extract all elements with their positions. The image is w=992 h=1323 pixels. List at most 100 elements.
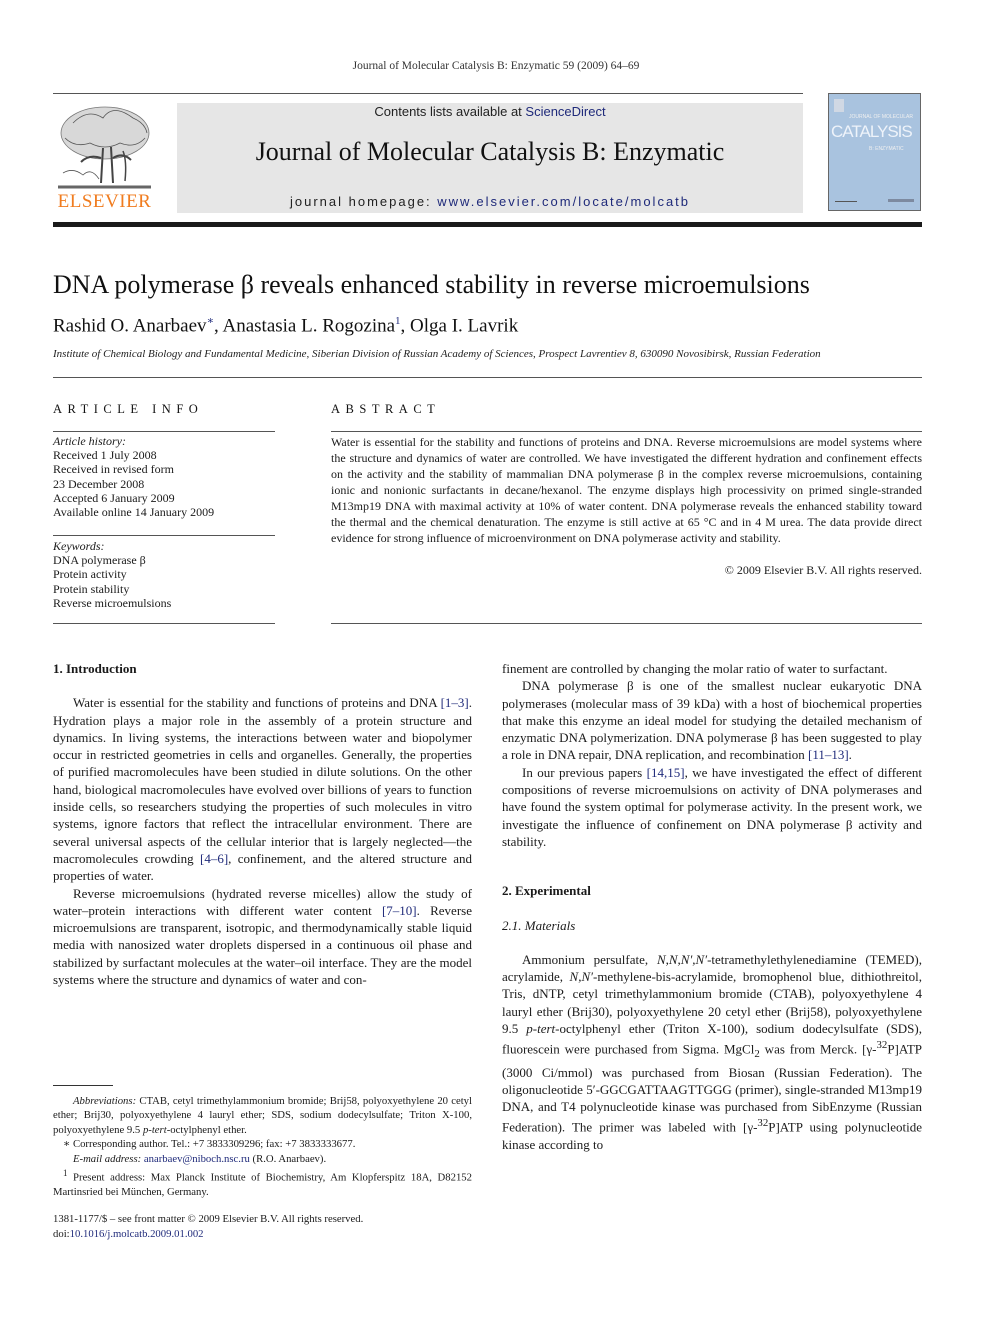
history-item: Available online 14 January 2009 <box>53 505 215 520</box>
paragraph: DNA polymerase β is one of the smallest … <box>502 677 922 763</box>
keyword-item: Reverse microemulsions <box>53 595 172 610</box>
keyword-item: Protein activity <box>53 567 127 582</box>
affiliation: Institute of Chemical Biology and Fundam… <box>53 348 821 360</box>
email-footnote: E-mail address: anarbaev@niboch.nsc.ru (… <box>53 1152 472 1166</box>
history-item: Received 1 July 2008 <box>53 448 157 463</box>
cover-small-title: JOURNAL OF MOLECULAR <box>849 114 913 120</box>
text-run: Present address: Max Planck Institute of… <box>53 1171 472 1198</box>
doi-prefix: doi: <box>53 1228 70 1240</box>
footnote-rule <box>53 1085 113 1086</box>
right-column: finement are controlled by changing the … <box>502 660 922 1153</box>
section-heading: 1. Introduction <box>53 661 137 676</box>
history-item: Received in revised form <box>53 462 174 477</box>
citation-link[interactable]: [1–3] <box>441 695 469 710</box>
paragraph: In our previous papers [14,15], we have … <box>502 764 922 850</box>
article-title: DNA polymerase β reveals enhanced stabil… <box>53 270 810 299</box>
keywords-rule <box>53 535 275 536</box>
keyword-item: DNA polymerase β <box>53 553 146 568</box>
email-link[interactable]: anarbaev@niboch.nsc.ru <box>144 1153 250 1165</box>
keywords-label: Keywords: <box>53 539 105 553</box>
text-run: p-tert <box>142 1123 167 1136</box>
footnotes: Abbreviations: CTAB, cetyl trimethylammo… <box>53 1094 472 1199</box>
citation-link[interactable]: [4–6] <box>200 851 228 866</box>
abstract-rule <box>331 431 922 432</box>
citation-link[interactable]: [7–10] <box>382 903 417 918</box>
abbreviations-label: Abbreviations: <box>73 1095 137 1107</box>
elsevier-logo[interactable]: ELSEVIER <box>53 103 156 213</box>
text-run: 32 <box>757 1117 769 1130</box>
doi-link[interactable]: 10.1016/j.molcatb.2009.01.002 <box>70 1228 204 1240</box>
journal-cover-thumbnail[interactable]: JOURNAL OF MOLECULAR CATALYSIS B: ENZYMA… <box>828 93 921 211</box>
article-info-bottom-rule <box>53 623 275 624</box>
text-run: Ammonium persulfate, <box>522 951 657 967</box>
cover-big-title: CATALYSIS <box>831 122 913 141</box>
homepage-prefix: journal homepage: <box>289 194 438 209</box>
issn-line: 1381-1177/$ – see front matter © 2009 El… <box>53 1213 364 1225</box>
author-footnote-mark[interactable]: ∗ <box>207 315 214 327</box>
cover-subtitle: B: ENZYMATIC <box>869 146 904 152</box>
text-run: N,N′ <box>569 969 593 985</box>
homepage-line: journal homepage: www.elsevier.com/locat… <box>177 194 803 209</box>
text-run: . <box>848 747 852 763</box>
text-run: -octylphenyl ether. <box>166 1123 247 1136</box>
subsection-heading: 2.1. Materials <box>502 917 576 933</box>
present-address-footnote: 1 Present address: Max Planck Institute … <box>53 1166 472 1199</box>
author-list: Rashid O. Anarbaev∗, Anastasia L. Rogozi… <box>53 314 518 337</box>
text-run: In our previous papers <box>522 764 647 780</box>
text-run: DNA polymerase β is one of the smallest … <box>502 678 922 763</box>
doi-line: doi:10.1016/j.molcatb.2009.01.002 <box>53 1227 363 1242</box>
abstract-text: Water is essential for the stability and… <box>331 435 922 545</box>
keywords: Keywords: DNA polymerase β Protein activ… <box>53 539 171 610</box>
text-run: 32 <box>876 1039 888 1052</box>
abbreviations-footnote: Abbreviations: CTAB, cetyl trimethylammo… <box>53 1094 472 1137</box>
front-matter: 1381-1177/$ – see front matter © 2009 El… <box>53 1212 363 1242</box>
title-rule <box>53 377 922 378</box>
running-head: Journal of Molecular Catalysis B: Enzyma… <box>352 60 640 72</box>
text-run: . Hydration plays a major role in the as… <box>53 695 472 866</box>
cover-decor-logo <box>888 199 914 202</box>
contents-prefix: Contents lists available at <box>374 104 526 119</box>
history-item: Accepted 6 January 2009 <box>53 490 175 505</box>
top-rule <box>53 93 803 94</box>
citation-link[interactable]: [14,15] <box>647 765 685 780</box>
abstract-label: ABSTRACT <box>331 402 441 416</box>
author-name: Rashid O. Anarbaev <box>53 315 207 337</box>
paragraph: Reverse microemulsions (hydrated reverse… <box>53 885 472 989</box>
sciencedirect-link[interactable]: ScienceDirect <box>525 104 605 119</box>
article-info-rule <box>53 431 275 432</box>
author-name: Anastasia L. Rogozina <box>222 315 396 337</box>
author-name: Olga I. Lavrik <box>410 315 519 337</box>
text-run: (R.O. Anarbaev). <box>249 1152 327 1165</box>
contents-line: Contents lists available at ScienceDirec… <box>177 104 803 119</box>
cover-logo-icon <box>834 99 844 112</box>
author-separator: , <box>214 315 223 337</box>
email-label: E-mail address: <box>73 1152 142 1165</box>
text-run: p-tert <box>526 1021 556 1037</box>
journal-title: Journal of Molecular Catalysis B: Enzyma… <box>255 137 725 166</box>
article-history: Article history: Received 1 July 2008 Re… <box>53 434 214 519</box>
journal-banner: Contents lists available at ScienceDirec… <box>177 103 803 213</box>
author-separator: , <box>400 315 411 337</box>
abstract-copyright: © 2009 Elsevier B.V. All rights reserved… <box>724 563 922 577</box>
paragraph: Ammonium persulfate, N,N,N′,N′-tetrameth… <box>502 951 922 1154</box>
text-run: was from Merck. [γ- <box>759 1041 877 1057</box>
abstract-bottom-rule <box>331 623 922 624</box>
elsevier-tree-icon <box>58 106 151 189</box>
article-info-label: ARTICLE INFO <box>53 402 204 416</box>
paragraph: Water is essential for the stability and… <box>53 694 472 884</box>
cover-decor-line <box>835 201 857 202</box>
history-item: 23 December 2008 <box>53 476 145 491</box>
paragraph: finement are controlled by changing the … <box>502 661 888 676</box>
text-run: Water is essential for the stability and… <box>73 695 441 711</box>
text-run: Corresponding author. Tel.: +7 383330929… <box>70 1138 356 1151</box>
text-run: N,N,N′,N′ <box>656 951 708 967</box>
introduction-section: 1. Introduction Water is essential for t… <box>53 660 472 988</box>
journal-homepage-link[interactable]: www.elsevier.com/locate/molcatb <box>437 194 690 209</box>
keyword-item: Protein stability <box>53 581 130 596</box>
corresponding-author-footnote: ∗ Corresponding author. Tel.: +7 3833309… <box>53 1137 472 1151</box>
section-heading: 2. Experimental <box>502 883 591 899</box>
history-label: Article history: <box>53 434 126 448</box>
citation-link[interactable]: [11–13] <box>808 747 849 762</box>
elsevier-wordmark: ELSEVIER <box>57 191 152 212</box>
masthead-rule <box>53 222 922 227</box>
